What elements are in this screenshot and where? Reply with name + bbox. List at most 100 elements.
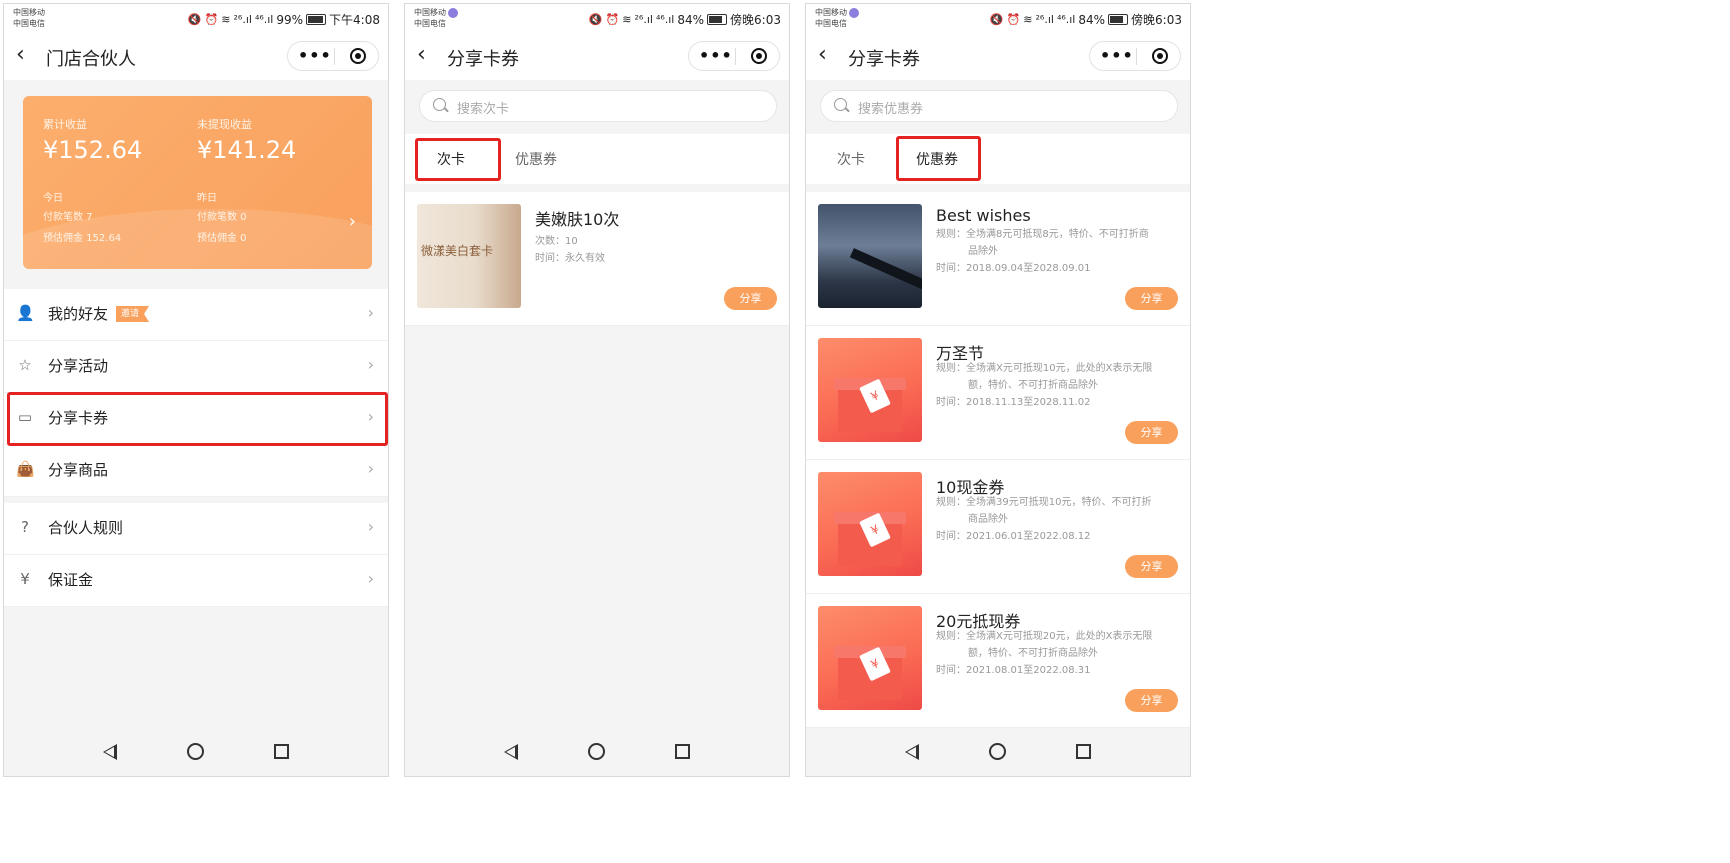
- coupon-list: Best wishes 规则：全场满8元可抵现8元，特价、不可打折商 品除外 时…: [806, 192, 1190, 728]
- back-icon[interactable]: ‹: [417, 42, 426, 67]
- system-back-icon[interactable]: [504, 744, 518, 760]
- signal-icon: ⁴⁶.ıl: [655, 13, 675, 26]
- share-button[interactable]: 分享: [1125, 421, 1178, 444]
- system-home-icon[interactable]: [187, 743, 204, 760]
- coupon-rule: 规则：全场满X元可抵现20元，此处的X表示无限: [936, 631, 1153, 642]
- system-recents-icon[interactable]: [675, 744, 690, 759]
- signal-icon: ²⁶.ıl: [634, 13, 653, 26]
- menu-item-partner-rules[interactable]: ? 合伙人规则 ›: [4, 503, 388, 555]
- coupon-rule: 规则：全场满39元可抵现10元，特价、不可打折: [936, 497, 1152, 508]
- system-back-icon[interactable]: [103, 744, 117, 760]
- invite-badge: 邀请: [116, 306, 150, 322]
- carrier-2: 中国电信: [815, 19, 847, 28]
- status-icons: 🔇 ⏰ ≋ ²⁶.ıl ⁴⁶.ıl 84% 傍晚6:03: [589, 11, 781, 28]
- system-nav-bar: [4, 730, 388, 776]
- menu-item-share-activity[interactable]: ☆ 分享活动 ›: [4, 341, 388, 393]
- share-button[interactable]: 分享: [724, 287, 777, 310]
- highlight-box: [415, 138, 501, 181]
- carrier-info: 中国移动 中国电信: [13, 7, 45, 29]
- today-orders: 付款笔数 7: [43, 212, 93, 223]
- tab-coupon[interactable]: 优惠券: [515, 149, 557, 169]
- carrier-info: 中国移动 中国电信: [815, 7, 859, 29]
- share-button[interactable]: 分享: [1125, 287, 1178, 310]
- tab-times-card[interactable]: 次卡: [837, 149, 865, 169]
- coupon-thumbnail: ¥: [818, 472, 922, 576]
- signal-icon: ⁴⁶.ıl: [1056, 13, 1076, 26]
- system-nav-bar: [405, 730, 789, 776]
- system-recents-icon[interactable]: [274, 744, 289, 759]
- coupon-thumbnail: [818, 204, 922, 308]
- close-miniprogram-icon[interactable]: [751, 48, 767, 64]
- status-bar: 中国移动 中国电信 🔇 ⏰ ≋ ²⁶.ıl ⁴⁶.ıl 84% 傍晚6:03: [405, 4, 789, 32]
- carrier-1-text: 中国移动: [815, 8, 847, 17]
- menu-item-deposit[interactable]: ¥ 保证金 ›: [4, 555, 388, 607]
- yesterday-orders: 付款笔数 0: [197, 212, 247, 223]
- chevron-right-icon: ›: [348, 211, 356, 232]
- thumbnail-text: 微漾美白套卡: [421, 244, 494, 258]
- more-icon[interactable]: •••: [298, 46, 332, 65]
- more-icon[interactable]: •••: [699, 46, 733, 65]
- unwithdrawn-label: 未提现收益: [197, 118, 252, 131]
- back-icon[interactable]: ‹: [818, 42, 827, 67]
- clock: 傍晚6:03: [1131, 13, 1182, 27]
- back-icon[interactable]: ‹: [16, 42, 25, 67]
- today-commission: 预估佣金 152.64: [43, 233, 122, 244]
- yesterday-label: 昨日: [197, 193, 217, 204]
- capsule-divider: [1136, 48, 1137, 65]
- search-input[interactable]: 搜索次卡: [419, 90, 777, 122]
- miniprogram-capsule: •••: [1089, 41, 1181, 71]
- search-icon: [433, 98, 446, 111]
- coupon-time: 时间：2021.06.01至2022.08.12: [936, 531, 1091, 542]
- status-bar: 中国移动 中国电信 🔇 ⏰ ≋ ²⁶.ıl ⁴⁶.ıl 99% 下午4:08: [4, 4, 388, 32]
- search-input[interactable]: 搜索优惠券: [820, 90, 1178, 122]
- menu-item-friends[interactable]: 👤 我的好友 邀请 ›: [4, 289, 388, 341]
- earnings-card[interactable]: 累计收益 ¥152.64 未提现收益 ¥141.24 今日 付款笔数 7 预估佣…: [23, 96, 372, 269]
- close-miniprogram-icon[interactable]: [1152, 48, 1168, 64]
- share-button[interactable]: 分享: [1125, 689, 1178, 712]
- alarm-icon: ⏰: [605, 13, 620, 26]
- menu-label: 分享活动: [48, 357, 109, 375]
- chevron-right-icon: ›: [367, 517, 374, 536]
- star-icon: ☆: [18, 356, 32, 374]
- signal-icon: ²⁶.ıl: [233, 13, 252, 26]
- page-title: 分享卡券: [848, 49, 920, 70]
- system-home-icon[interactable]: [989, 743, 1006, 760]
- today-label: 今日: [43, 193, 63, 204]
- list-item: 微漾美白套卡 美嫩肤10次 次数：10 时间：永久有效 分享: [405, 192, 789, 326]
- card-time: 时间：永久有效: [535, 253, 605, 264]
- highlight-box: [7, 392, 388, 446]
- phone-screen-partner: 中国移动 中国电信 🔇 ⏰ ≋ ²⁶.ıl ⁴⁶.ıl 99% 下午4:08 ‹…: [3, 3, 389, 777]
- list-item: ¥ 10现金券 规则：全场满39元可抵现10元，特价、不可打折 商品除外 时间：…: [806, 460, 1190, 594]
- highlight-box: [896, 136, 981, 181]
- tab-bar: 次卡 优惠券: [806, 134, 1190, 184]
- status-icons: 🔇 ⏰ ≋ ²⁶.ıl ⁴⁶.ıl 99% 下午4:08: [188, 11, 380, 28]
- user-icon: 👤: [16, 304, 35, 322]
- clock: 傍晚6:03: [730, 13, 781, 27]
- more-icon[interactable]: •••: [1100, 46, 1134, 65]
- battery-percent: 99%: [276, 12, 304, 27]
- question-icon: ?: [21, 518, 29, 536]
- share-button[interactable]: 分享: [1125, 555, 1178, 578]
- alarm-icon: ⏰: [1006, 13, 1021, 26]
- list-item: Best wishes 规则：全场满8元可抵现8元，特价、不可打折商 品除外 时…: [806, 192, 1190, 326]
- system-home-icon[interactable]: [588, 743, 605, 760]
- bag-icon: 👜: [16, 460, 35, 478]
- page-title: 分享卡券: [447, 49, 519, 70]
- miniprogram-capsule: •••: [287, 41, 379, 71]
- yesterday-commission: 预估佣金 0: [197, 233, 247, 244]
- coupon-time: 时间：2018.09.04至2028.09.01: [936, 263, 1091, 274]
- close-miniprogram-icon[interactable]: [350, 48, 366, 64]
- system-back-icon[interactable]: [905, 744, 919, 760]
- coupon-rule-cont: 品除外: [968, 246, 998, 257]
- carrier-2: 中国电信: [13, 19, 45, 28]
- chevron-right-icon: ›: [367, 569, 374, 588]
- unwithdrawn-value: ¥141.24: [197, 136, 297, 164]
- total-earnings-label: 累计收益: [43, 118, 87, 131]
- app-bubble-icon: [448, 7, 458, 18]
- coupon-rule-cont: 商品除外: [968, 514, 1008, 525]
- wifi-icon: ≋: [622, 13, 632, 26]
- menu-item-share-products[interactable]: 👜 分享商品 ›: [4, 445, 388, 497]
- system-recents-icon[interactable]: [1076, 744, 1091, 759]
- phone-screen-share-coupons: 中国移动 中国电信 🔇 ⏰ ≋ ²⁶.ıl ⁴⁶.ıl 84% 傍晚6:03 ‹…: [805, 3, 1191, 777]
- phone-screen-share-cards: 中国移动 中国电信 🔇 ⏰ ≋ ²⁶.ıl ⁴⁶.ıl 84% 傍晚6:03 ‹…: [404, 3, 790, 777]
